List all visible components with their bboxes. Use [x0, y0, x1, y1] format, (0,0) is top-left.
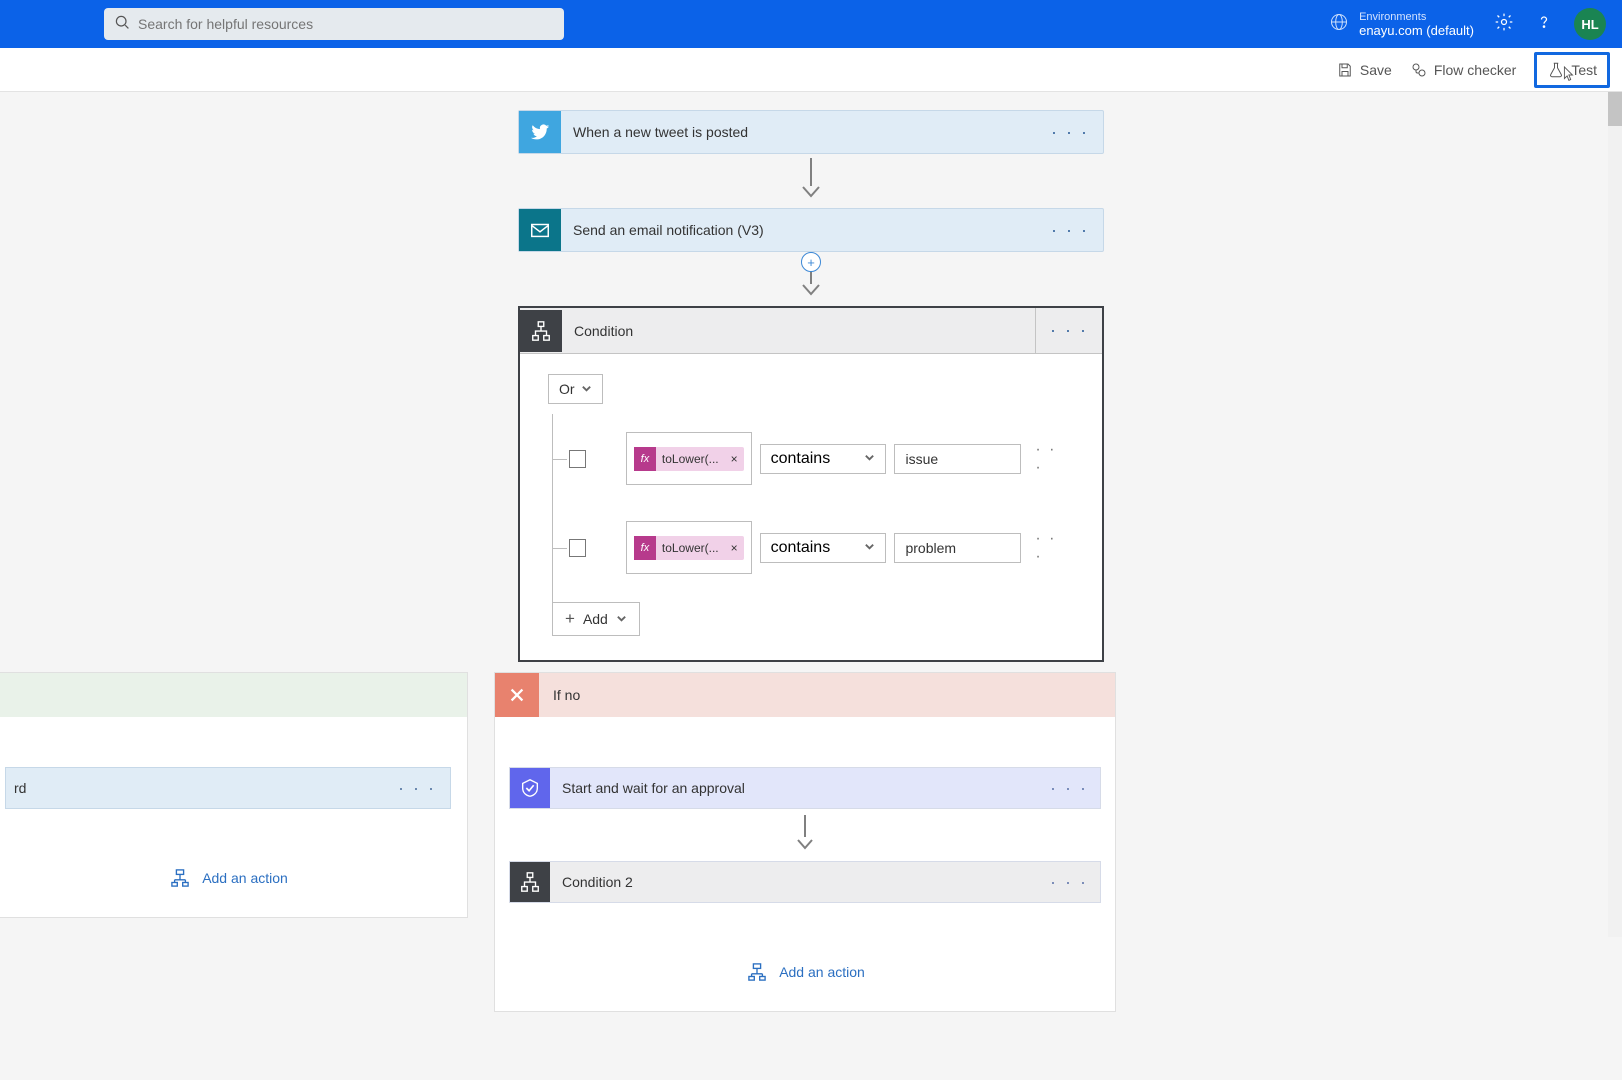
rule-checkbox[interactable]	[569, 450, 586, 468]
cursor-pointer-icon	[1559, 65, 1577, 88]
rule-row: fx toLower(... × contains · · ·	[569, 503, 1074, 592]
rule-value-input[interactable]	[905, 540, 1010, 556]
search-icon	[114, 14, 130, 35]
env-name: enayu.com (default)	[1359, 23, 1474, 38]
add-step-button[interactable]: +	[801, 252, 821, 272]
yes-card-menu[interactable]: · · ·	[384, 778, 450, 799]
connector	[797, 815, 813, 855]
expression-pill[interactable]: fx toLower(... ×	[634, 447, 744, 471]
email-menu[interactable]: · · ·	[1037, 220, 1103, 241]
condition2-title: Condition 2	[550, 874, 1038, 890]
approval-menu[interactable]: · · ·	[1038, 778, 1100, 799]
x-icon	[495, 673, 539, 717]
expression-text: toLower(...	[656, 452, 725, 466]
add-rule-button[interactable]: + Add	[552, 602, 640, 636]
condition-menu[interactable]: · · ·	[1035, 308, 1102, 353]
rule-checkbox[interactable]	[569, 539, 586, 557]
remove-expression-button[interactable]: ×	[725, 541, 744, 555]
remove-expression-button[interactable]: ×	[725, 452, 744, 466]
yes-card-title: rd	[6, 780, 384, 796]
chevron-down-icon	[864, 450, 875, 468]
plus-icon: +	[565, 609, 575, 629]
condition-body: Or fx toLower(... × contains	[520, 354, 1102, 660]
search-box[interactable]	[104, 8, 564, 40]
rule-operator-label: contains	[771, 539, 831, 557]
scroll-thumb[interactable]	[1608, 92, 1622, 126]
if-yes-branch: rd · · · Add an action	[0, 672, 468, 918]
toolbar: Save Flow checker Test	[0, 48, 1622, 92]
group-operator-label: Or	[559, 381, 575, 397]
help-icon[interactable]	[1534, 12, 1554, 37]
connector	[0, 158, 1622, 204]
if-no-header: If no	[495, 673, 1115, 717]
search-input[interactable]	[138, 16, 554, 32]
condition-title: Condition	[562, 323, 1035, 339]
rule-tree: fx toLower(... × contains · · ·	[552, 414, 1074, 636]
condition2-card[interactable]: Condition 2 · · ·	[509, 861, 1101, 903]
rule-value-input[interactable]	[905, 451, 1010, 467]
add-action-label: Add an action	[202, 870, 288, 886]
rule-menu[interactable]: · · ·	[1029, 530, 1074, 566]
fx-icon: fx	[634, 536, 656, 560]
email-title: Send an email notification (V3)	[561, 222, 1037, 238]
condition-icon	[510, 862, 550, 902]
rule-menu[interactable]: · · ·	[1029, 441, 1074, 477]
environment-icon	[1329, 12, 1349, 37]
scrollbar[interactable]	[1608, 92, 1622, 937]
group-operator-button[interactable]: Or	[548, 374, 603, 404]
rule-expression-field[interactable]: fx toLower(... ×	[626, 521, 752, 574]
condition-branches: rd · · · Add an action If no	[0, 662, 1622, 1012]
trigger-title: When a new tweet is posted	[561, 124, 1037, 140]
email-card[interactable]: Send an email notification (V3) · · ·	[518, 208, 1104, 252]
condition-header[interactable]: Condition · · ·	[520, 308, 1102, 354]
add-action-button[interactable]: Add an action	[745, 963, 865, 981]
save-button[interactable]: Save	[1336, 61, 1392, 79]
rule-expression-field[interactable]: fx toLower(... ×	[626, 432, 752, 485]
flow-checker-label: Flow checker	[1434, 62, 1516, 78]
add-rule-label: Add	[583, 611, 608, 627]
fx-icon: fx	[634, 447, 656, 471]
rule-operator-label: contains	[771, 450, 831, 468]
connector: +	[0, 256, 1622, 302]
chevron-down-icon	[581, 381, 592, 397]
approval-title: Start and wait for an approval	[550, 780, 1038, 796]
expression-pill[interactable]: fx toLower(... ×	[634, 536, 744, 560]
if-no-title: If no	[539, 687, 594, 703]
top-header: Environments enayu.com (default) HL	[0, 0, 1622, 48]
chevron-down-icon	[616, 611, 627, 627]
settings-icon[interactable]	[1494, 12, 1514, 37]
env-label: Environments	[1359, 11, 1474, 23]
header-right: Environments enayu.com (default) HL	[1329, 8, 1606, 40]
mail-icon	[519, 209, 561, 251]
chevron-down-icon	[864, 539, 875, 557]
condition-icon	[520, 310, 562, 352]
if-yes-header	[0, 673, 467, 717]
rule-value-field[interactable]	[894, 533, 1021, 563]
avatar[interactable]: HL	[1574, 8, 1606, 40]
trigger-menu[interactable]: · · ·	[1037, 122, 1103, 143]
twitter-icon	[519, 111, 561, 153]
rule-operator-select[interactable]: contains	[760, 444, 887, 474]
if-no-branch: If no Start and wait for an approval · ·…	[494, 672, 1116, 1012]
yes-inner-card[interactable]: rd · · ·	[5, 767, 451, 809]
add-action-label: Add an action	[779, 964, 865, 980]
add-action-button[interactable]: Add an action	[168, 869, 288, 887]
rule-row: fx toLower(... × contains · · ·	[569, 414, 1074, 503]
condition-card: Condition · · · Or fx toLower(... ×	[518, 306, 1104, 662]
environment-picker[interactable]: Environments enayu.com (default)	[1329, 11, 1474, 38]
condition2-menu[interactable]: · · ·	[1038, 872, 1100, 893]
approval-card[interactable]: Start and wait for an approval · · ·	[509, 767, 1101, 809]
flow-checker-button[interactable]: Flow checker	[1410, 61, 1516, 79]
approval-icon	[510, 768, 550, 808]
rule-value-field[interactable]	[894, 444, 1021, 474]
flow-canvas: When a new tweet is posted · · · Send an…	[0, 92, 1622, 1052]
test-button[interactable]: Test	[1534, 52, 1610, 88]
save-label: Save	[1360, 62, 1392, 78]
trigger-card[interactable]: When a new tweet is posted · · ·	[518, 110, 1104, 154]
rule-operator-select[interactable]: contains	[760, 533, 887, 563]
expression-text: toLower(...	[656, 541, 725, 555]
